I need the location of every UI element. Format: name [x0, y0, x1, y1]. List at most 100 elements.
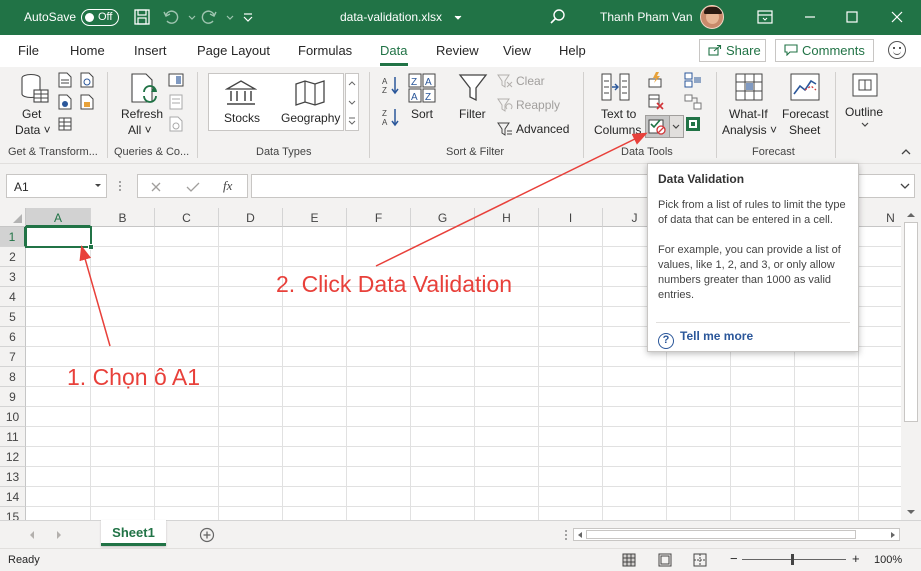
confirm-entry-icon[interactable]	[186, 181, 200, 193]
scroll-left-icon[interactable]	[576, 531, 584, 539]
row-header-11[interactable]: 11	[0, 427, 26, 447]
manage-data-model-icon[interactable]	[684, 115, 702, 133]
row-header-9[interactable]: 9	[0, 387, 26, 407]
zoom-in-button[interactable]: +	[852, 551, 860, 566]
zoom-slider-thumb[interactable]	[791, 554, 794, 565]
filter-label[interactable]: Filter	[459, 107, 486, 121]
data-validation-dropdown[interactable]	[670, 115, 684, 138]
properties-icon[interactable]	[168, 94, 184, 110]
consolidate-icon[interactable]	[684, 71, 702, 89]
sort-label[interactable]: Sort	[411, 107, 433, 121]
vertical-scroll-thumb[interactable]	[904, 222, 918, 422]
maximize-icon[interactable]	[843, 8, 861, 26]
normal-view-icon[interactable]	[622, 553, 636, 567]
column-header-e[interactable]: E	[283, 208, 347, 227]
name-box-dropdown-icon[interactable]	[94, 183, 102, 189]
row-header-3[interactable]: 3	[0, 267, 26, 287]
row-header-8[interactable]: 8	[0, 367, 26, 387]
tab-data[interactable]: Data	[380, 43, 407, 58]
share-button[interactable]: Share	[699, 39, 766, 62]
undo-icon[interactable]	[162, 8, 180, 26]
column-header-i[interactable]: I	[539, 208, 603, 227]
outline-icon[interactable]	[851, 72, 879, 98]
column-header-h[interactable]: H	[475, 208, 539, 227]
sort-z-to-a-icon[interactable]: Z A	[381, 107, 401, 127]
row-header-4[interactable]: 4	[0, 287, 26, 307]
filename-chevron-icon[interactable]	[449, 8, 467, 26]
active-cell-a1[interactable]	[25, 226, 94, 250]
queries-connections-icon[interactable]	[168, 72, 184, 88]
row-header-1[interactable]: 1	[0, 227, 26, 247]
autosave-toggle[interactable]: Off	[81, 9, 119, 26]
data-validation-button[interactable]	[645, 115, 670, 138]
vertical-scrollbar[interactable]	[901, 208, 921, 520]
prev-sheet-icon[interactable]	[28, 530, 36, 540]
edit-links-icon[interactable]	[168, 116, 184, 132]
geography-label[interactable]: Geography	[281, 111, 340, 125]
text-to-columns-icon[interactable]	[600, 72, 634, 104]
remove-duplicates-icon[interactable]	[647, 93, 665, 111]
tab-page-layout[interactable]: Page Layout	[197, 43, 270, 58]
get-data-icon[interactable]	[20, 72, 50, 106]
column-header-a[interactable]: A	[26, 208, 91, 227]
flash-fill-icon[interactable]	[647, 71, 665, 89]
stocks-icon[interactable]	[225, 79, 257, 107]
zoom-level[interactable]: 100%	[874, 554, 902, 566]
tab-view[interactable]: View	[503, 43, 531, 58]
from-table-icon[interactable]	[58, 116, 72, 132]
advanced-filter-icon[interactable]	[497, 121, 513, 137]
tab-insert[interactable]: Insert	[134, 43, 167, 58]
collapse-ribbon-icon[interactable]	[900, 147, 912, 157]
horizontal-scroll-thumb[interactable]	[586, 530, 856, 539]
column-header-f[interactable]: F	[347, 208, 411, 227]
formula-bar-grip-icon[interactable]	[118, 180, 122, 192]
row-header-6[interactable]: 6	[0, 327, 26, 347]
forecast-sheet-icon[interactable]	[789, 72, 821, 104]
row-header-13[interactable]: 13	[0, 467, 26, 487]
search-icon[interactable]	[549, 8, 567, 26]
expand-formula-bar-icon[interactable]	[900, 183, 910, 191]
what-if-analysis-icon[interactable]	[734, 72, 766, 104]
row-header-15[interactable]: 15	[0, 507, 26, 520]
fill-handle[interactable]	[88, 244, 94, 250]
comments-button[interactable]: Comments	[775, 39, 874, 62]
insert-function-button[interactable]: fx	[223, 178, 232, 194]
row-header-5[interactable]: 5	[0, 307, 26, 327]
sheet-tab-sheet1[interactable]: Sheet1	[101, 520, 166, 546]
row-header-12[interactable]: 12	[0, 447, 26, 467]
column-header-d[interactable]: D	[219, 208, 283, 227]
select-all-button[interactable]	[0, 208, 26, 227]
outline-chevron-icon[interactable]	[860, 121, 870, 129]
tab-home[interactable]: Home	[70, 43, 105, 58]
recent-sources-icon[interactable]	[80, 72, 94, 88]
tab-formulas[interactable]: Formulas	[298, 43, 352, 58]
avatar[interactable]	[700, 5, 724, 29]
name-box[interactable]: A1	[6, 174, 107, 198]
filter-icon[interactable]	[458, 72, 488, 104]
tab-file[interactable]: File	[18, 43, 39, 58]
tell-me-more-link[interactable]: ? Tell me more	[658, 329, 753, 349]
undo-dropdown-icon[interactable]	[183, 8, 201, 26]
advanced-label[interactable]: Advanced	[516, 122, 569, 136]
existing-connections-icon[interactable]	[80, 94, 94, 110]
cancel-entry-icon[interactable]	[150, 181, 162, 193]
page-layout-view-icon[interactable]	[658, 553, 672, 567]
column-header-n[interactable]: N	[859, 208, 901, 227]
tab-help[interactable]: Help	[559, 43, 586, 58]
row-header-7[interactable]: 7	[0, 347, 26, 367]
from-text-icon[interactable]	[58, 72, 72, 88]
user-name[interactable]: Thanh Pham Van	[600, 10, 693, 24]
page-break-view-icon[interactable]	[693, 553, 707, 567]
ribbon-display-icon[interactable]	[756, 8, 774, 26]
row-header-2[interactable]: 2	[0, 247, 26, 267]
stocks-label[interactable]: Stocks	[224, 111, 260, 125]
zoom-out-button[interactable]: −	[730, 551, 738, 566]
redo-icon[interactable]	[200, 8, 218, 26]
refresh-all-icon[interactable]	[130, 72, 160, 106]
zoom-slider-track[interactable]	[742, 559, 846, 560]
outline-label[interactable]: Outline	[845, 105, 883, 119]
column-header-b[interactable]: B	[91, 208, 155, 227]
sort-a-to-z-icon[interactable]: A Z	[381, 75, 401, 95]
redo-dropdown-icon[interactable]	[221, 8, 239, 26]
tab-split-grip-icon[interactable]	[564, 529, 568, 541]
